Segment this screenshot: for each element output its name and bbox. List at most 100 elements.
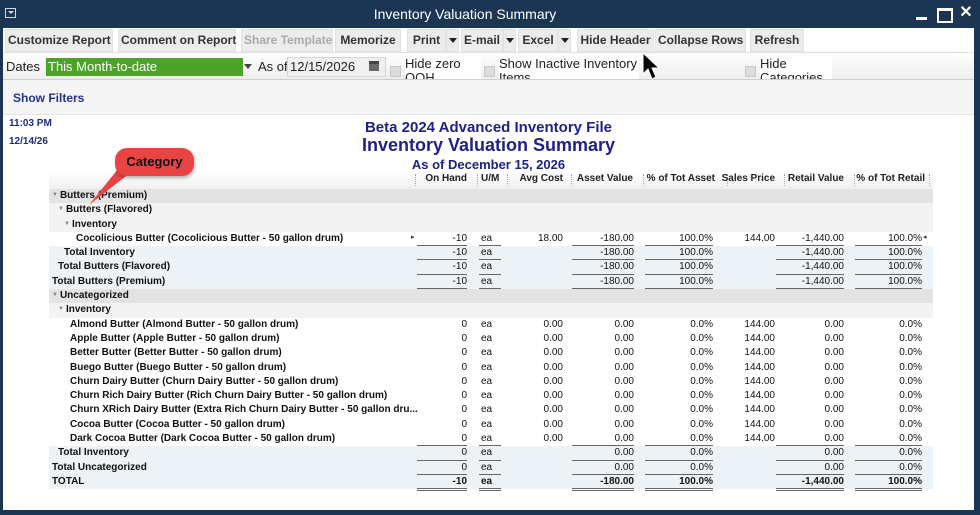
memorize-button[interactable]: Memorize xyxy=(335,29,401,52)
table-row[interactable]: Churn Rich Dairy Butter (Rich Churn Dair… xyxy=(49,389,933,404)
table-row[interactable]: Cocolicious Butter (Cocolicious Butter -… xyxy=(49,231,933,247)
email-button[interactable]: E-mail xyxy=(461,29,503,52)
column-resize-handle[interactable] xyxy=(784,174,785,186)
cell-retail-value: -1,440.00 xyxy=(801,247,844,259)
table-row[interactable]: Apple Butter (Apple Butter - 50 gallon d… xyxy=(49,331,933,347)
maximize-icon[interactable] xyxy=(936,5,953,23)
cell-u-m: ea xyxy=(481,418,493,430)
column-header[interactable]: % of Tot Retail xyxy=(856,173,925,184)
company-name: Beta 2024 Advanced Inventory File xyxy=(364,119,613,136)
print-button[interactable]: Print xyxy=(407,29,446,52)
row-name: Apple Butter (Apple Butter - 50 gallon d… xyxy=(70,332,280,344)
table-row[interactable]: Dark Cocoa Butter (Dark Cocoa Butter - 5… xyxy=(49,432,933,447)
cell-avg-cost: 0.00 xyxy=(543,375,563,387)
hide-categories-checkbox[interactable] xyxy=(745,66,756,77)
chevron-down-icon[interactable] xyxy=(244,64,252,69)
total-row[interactable]: Total Butters (Flavored) -10 ea -180.00 100.… xyxy=(49,260,933,275)
group-row[interactable]: ▼ Butters (Flavored) xyxy=(49,203,933,218)
print-dropdown[interactable] xyxy=(446,29,459,52)
total-row[interactable]: Total Inventory -10 ea -180.00 100.0% -1,440.… xyxy=(49,246,933,261)
dates-select[interactable]: This Month-to-date xyxy=(46,58,243,76)
table-row[interactable]: Churn Dairy Butter (Churn Dairy Butter -… xyxy=(49,374,933,390)
column-header[interactable]: Retail Value xyxy=(788,173,844,184)
cell--of-tot-asset: 100.0% xyxy=(679,247,713,259)
total-row[interactable]: Total Uncategorized 0 ea 0.00 0.0% 0.00 0.0% xyxy=(49,460,933,475)
cell-retail-value: 0.00 xyxy=(824,332,844,344)
category-row[interactable]: ▼ Butters (Premium) xyxy=(49,189,933,204)
cell--of-tot-retail: 100.0% xyxy=(888,232,922,244)
collapse-triangle-icon[interactable]: ▼ xyxy=(64,221,70,227)
column-header[interactable]: Asset Value xyxy=(577,173,633,184)
collapse-rows-button[interactable]: Collapse Rows xyxy=(655,29,746,52)
group-row[interactable]: ▼ Inventory xyxy=(49,217,933,232)
column-resize-handle[interactable] xyxy=(415,174,416,186)
row-name: Churn XRich Dairy Butter (Extra Rich Chu… xyxy=(70,404,418,416)
cell-sales-price: 144.00 xyxy=(744,318,775,330)
hide-header-button[interactable]: Hide Header xyxy=(577,29,654,52)
cell-sales-price: 144.00 xyxy=(744,418,775,430)
column-resize-handle[interactable] xyxy=(507,174,508,186)
cell--of-tot-retail: 0.0% xyxy=(899,375,922,387)
cell-u-m: ea xyxy=(481,247,493,259)
comment-on-report-button[interactable]: Comment on Report xyxy=(118,29,236,52)
column-header[interactable]: Avg Cost xyxy=(519,173,563,184)
column-header[interactable]: % of Tot Asset xyxy=(647,173,715,184)
column-resize-handle[interactable] xyxy=(929,174,930,186)
cell-on-hand: 0 xyxy=(461,461,467,473)
refresh-button[interactable]: Refresh xyxy=(750,29,804,52)
show-inactive-checkbox[interactable] xyxy=(484,66,495,77)
excel-dropdown[interactable] xyxy=(558,29,571,52)
cell-asset-value: -180.00 xyxy=(600,232,634,244)
cell--of-tot-asset: 0.0% xyxy=(690,404,713,416)
share-template-button[interactable]: Share Template xyxy=(241,29,333,52)
customize-report-button[interactable]: Customize Report xyxy=(5,29,113,52)
cell-avg-cost: 0.00 xyxy=(543,418,563,430)
cell--of-tot-asset: 0.0% xyxy=(690,390,713,402)
cell-u-m: ea xyxy=(481,261,493,273)
cell-sales-price: 144.00 xyxy=(744,361,775,373)
hide-zero-checkbox[interactable] xyxy=(390,66,401,77)
table-row[interactable]: Buego Butter (Buego Butter - 50 gallon d… xyxy=(49,360,933,375)
email-dropdown[interactable] xyxy=(503,29,516,52)
cell--of-tot-retail: 100.0% xyxy=(888,275,922,287)
total-row[interactable]: TOTAL -10 ea -180.00 100.0% -1,440.00 100.0% xyxy=(49,474,933,492)
show-filters-link[interactable]: Show Filters xyxy=(13,91,84,105)
cell-sales-price: 144.00 xyxy=(744,390,775,402)
close-icon[interactable]: ✕ xyxy=(958,5,974,21)
row-label: Churn Dairy Butter (Churn Dairy Butter -… xyxy=(70,376,338,387)
row-label: Churn Rich Dairy Butter (Rich Churn Dair… xyxy=(70,390,387,401)
cell-asset-value: 0.00 xyxy=(614,375,634,387)
cell--of-tot-asset: 0.0% xyxy=(690,447,713,459)
total-row[interactable]: Total Butters (Premium) -10 ea -180.00 100.0… xyxy=(49,274,933,290)
excel-button[interactable]: Excel xyxy=(518,29,558,52)
cell-on-hand: -10 xyxy=(452,261,467,273)
cell--of-tot-asset: 100.0% xyxy=(679,232,713,244)
column-header[interactable]: U/M xyxy=(481,173,499,184)
cell-asset-value: 0.00 xyxy=(614,347,634,359)
table-row[interactable]: Almond Butter (Almond Butter - 50 gallon… xyxy=(49,317,933,332)
cell-asset-value: -180.00 xyxy=(600,261,634,273)
total-row[interactable]: Total Inventory 0 ea 0.00 0.0% 0.00 0.0% xyxy=(49,446,933,461)
table-row[interactable]: Better Butter (Better Butter - 50 gallon… xyxy=(49,346,933,361)
collapse-triangle-icon[interactable]: ▼ xyxy=(52,192,58,198)
minimize-icon[interactable] xyxy=(914,5,930,21)
table-row[interactable]: Churn XRich Dairy Butter (Extra Rich Chu… xyxy=(49,403,933,418)
category-row[interactable]: ▼ Uncategorized xyxy=(49,289,933,304)
row-name: Total Uncategorized xyxy=(52,461,147,473)
column-resize-handle[interactable] xyxy=(643,174,644,186)
column-resize-handle[interactable] xyxy=(477,174,478,186)
collapse-triangle-icon[interactable]: ▼ xyxy=(52,292,58,298)
column-header[interactable]: On Hand xyxy=(425,173,467,184)
collapse-triangle-icon[interactable]: ▼ xyxy=(58,306,64,312)
calendar-icon[interactable] xyxy=(369,61,379,71)
table-row[interactable]: Cocoa Butter (Cocoa Butter - 50 gallon d… xyxy=(49,417,933,433)
column-resize-handle[interactable] xyxy=(571,174,572,186)
column-header[interactable]: Sales Price xyxy=(722,173,775,184)
cell-u-m: ea xyxy=(481,275,493,287)
column-resize-handle[interactable] xyxy=(854,174,855,186)
cell-retail-value: 0.00 xyxy=(824,418,844,430)
group-row[interactable]: ▼ Inventory xyxy=(49,303,933,318)
collapse-triangle-icon[interactable]: ▼ xyxy=(58,206,64,212)
row-label: Dark Cocoa Butter (Dark Cocoa Butter - 5… xyxy=(70,433,335,444)
total-underline xyxy=(855,488,922,492)
